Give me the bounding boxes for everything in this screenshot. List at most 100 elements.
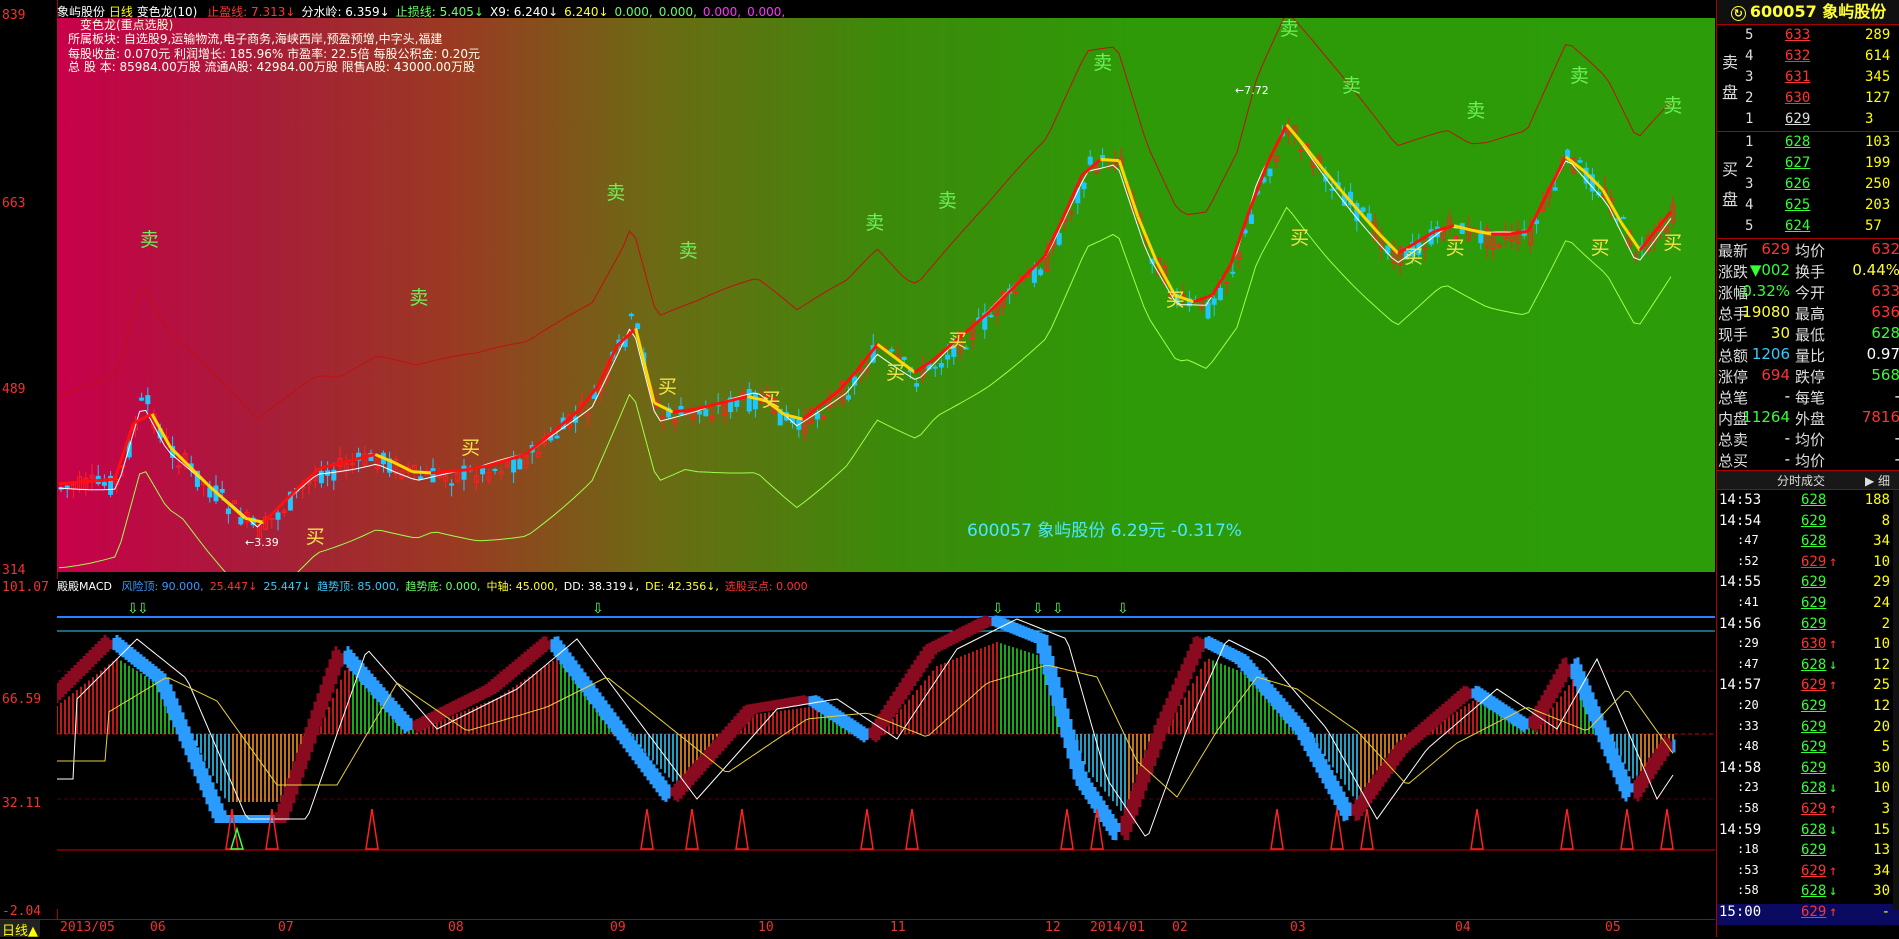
legend-item: 0.000,: [747, 5, 786, 19]
stat-key: 涨跌: [1718, 263, 1749, 281]
tab-detail[interactable]: ▶ 细: [1865, 472, 1890, 489]
buy-signal: 买: [948, 330, 968, 352]
trade-time: :41: [1737, 595, 1759, 609]
stat-row: 总卖-均价-: [1717, 429, 1899, 450]
tab-time-trades[interactable]: 分时成交: [1777, 472, 1825, 489]
price-axis-label: 489: [2, 382, 26, 397]
stat-row: 总手 19080 最高 636: [1717, 303, 1899, 324]
order-volume: 203: [1865, 197, 1891, 213]
trade-row: :41 629 24: [1717, 595, 1899, 616]
order-volume: 614: [1865, 48, 1891, 64]
trade-arrow-icon: ↑: [1829, 801, 1838, 817]
buy-point-marker: [1560, 808, 1574, 850]
arrow-down-icon: ⇩: [1117, 601, 1129, 617]
quote-title: ↻ 600057 象屿股份: [1717, 0, 1899, 24]
osc-axis-label: 101.07: [2, 580, 49, 595]
sell-signal: 卖: [1341, 75, 1361, 97]
osc-legend-item: 趋势底: 0.000,: [405, 580, 481, 593]
arrow-down-icon: ⇩: [1032, 601, 1044, 617]
stat-value: 0.97: [1866, 345, 1899, 363]
sell-order-row: 4 632 614: [1745, 48, 1899, 69]
trade-price: 629: [1801, 574, 1827, 591]
trade-row: 14:58 629 30: [1717, 760, 1899, 781]
trade-price: 629: [1801, 862, 1827, 879]
trade-volume: 12: [1873, 656, 1890, 673]
oscillator-name[interactable]: 殿殿MACD: [57, 580, 112, 593]
trade-volume: 30: [1873, 883, 1890, 900]
arrow-down-icon: ⇩: [1052, 601, 1064, 617]
info-line: 总 股 本: 85984.00万股 流通A股: 42984.00万股 限售A股:…: [68, 60, 476, 74]
main-chart-panel[interactable]: 卖卖卖卖卖卖卖卖卖卖卖卖买买买买买买买买买买买买 600057 象屿股份 6.2…: [57, 18, 1715, 572]
sell-side-label: 卖盘: [1721, 53, 1738, 102]
sell-signal: 卖: [409, 287, 429, 309]
trade-volume: 10: [1873, 553, 1890, 570]
price-axis: 839 663 489 314: [0, 0, 58, 578]
order-price: 632: [1785, 48, 1811, 64]
trade-time: 14:53: [1719, 492, 1762, 508]
legend-item: X9: 6.240↓: [490, 5, 559, 19]
trade-volume: 2: [1881, 615, 1890, 632]
trade-arrow-icon: ↑: [1829, 862, 1838, 879]
osc-legend-values: 风险顶: 90.000, 25.447↓ 25.447↓ 趋势顶: 85.000, 趋势…: [115, 580, 807, 593]
sell-signal: 卖: [1279, 18, 1299, 40]
stat-row: 涨跌 ▼002 换手 0.44%: [1717, 261, 1899, 282]
time-axis-label: 2014/01: [1090, 920, 1145, 935]
period-button[interactable]: 日线▲: [0, 920, 41, 939]
trade-price: 628: [1801, 492, 1827, 508]
trade-volume: -: [1881, 904, 1890, 920]
trade-row: :33 629 20: [1717, 719, 1899, 740]
trade-volume: 10: [1873, 636, 1890, 653]
stat-row: 涨停 694 跌停 568: [1717, 366, 1899, 387]
osc-legend-item: 选股买点: 0.000: [724, 580, 808, 593]
trade-volume: 5: [1881, 739, 1890, 756]
stat-key: 涨停: [1718, 368, 1749, 386]
trade-tabs: 分时成交 ▶ 细: [1717, 471, 1899, 489]
trade-arrow-icon: ↓: [1829, 780, 1838, 797]
time-axis-label: 02: [1172, 920, 1188, 935]
trade-volume: 12: [1873, 698, 1890, 714]
oscillator-panel[interactable]: ⇩ ⇩ ⇩ ⇩ ⇩ ⇩ ⇩: [57, 579, 1715, 909]
trade-volume: 30: [1873, 759, 1890, 776]
buy-order-row: 2 627 199: [1745, 155, 1899, 176]
sell-signal: 卖: [1466, 100, 1486, 122]
order-volume: 345: [1865, 69, 1891, 85]
trade-time: :47: [1737, 533, 1759, 548]
stat-key: 外盘: [1795, 410, 1826, 428]
time-axis-label: 06: [150, 920, 166, 935]
sell-signal: 卖: [937, 190, 957, 212]
refresh-icon[interactable]: ↻: [1730, 6, 1746, 21]
buy-point-marker: [1060, 808, 1074, 850]
osc-axis-label: 32.11: [2, 796, 42, 811]
buy-point-marker: [640, 808, 654, 850]
low-annotation: ←3.39: [245, 536, 279, 549]
trade-price: 629: [1801, 512, 1827, 529]
stat-value: -: [1895, 429, 1899, 447]
trade-price: 629: [1801, 759, 1827, 776]
sell-order-row: 5 633 289: [1745, 27, 1899, 48]
signal-layer: 卖卖卖卖卖卖卖卖卖卖卖卖买买买买买买买买买买买买: [57, 18, 1715, 572]
stat-value: -: [1784, 450, 1790, 468]
sell-signal: 卖: [1569, 65, 1589, 87]
stat-value: 568: [1871, 366, 1899, 384]
stat-row: 总笔-每笔-: [1717, 387, 1899, 408]
stat-value: 694: [1761, 366, 1790, 384]
order-volume: 289: [1865, 27, 1891, 43]
trade-arrow-icon: ↓: [1829, 883, 1838, 900]
trade-volume: 34: [1873, 533, 1890, 550]
buy-signal: 买: [1590, 237, 1610, 259]
trade-time: 14:55: [1719, 574, 1762, 591]
trade-arrow-icon: ↓: [1829, 656, 1838, 673]
trade-price: 629: [1801, 842, 1827, 859]
trade-volume: 24: [1873, 595, 1890, 611]
macd-chart[interactable]: ⇩⇩ ⇩ ⇩ ⇩ ⇩ ⇩: [57, 579, 1715, 909]
trade-time: :53: [1737, 862, 1759, 877]
osc-legend-item: 25.447↓: [263, 580, 312, 593]
trade-scrollbar[interactable]: [1893, 490, 1899, 910]
osc-axis-label: 66.59: [2, 692, 42, 707]
level-label: 5: [1745, 27, 1754, 43]
stat-key: 总买: [1718, 452, 1749, 470]
order-volume: 103: [1865, 134, 1891, 150]
stat-value: -: [1784, 387, 1790, 405]
time-axis-label: 04: [1455, 920, 1471, 935]
level-label: 4: [1745, 48, 1754, 64]
